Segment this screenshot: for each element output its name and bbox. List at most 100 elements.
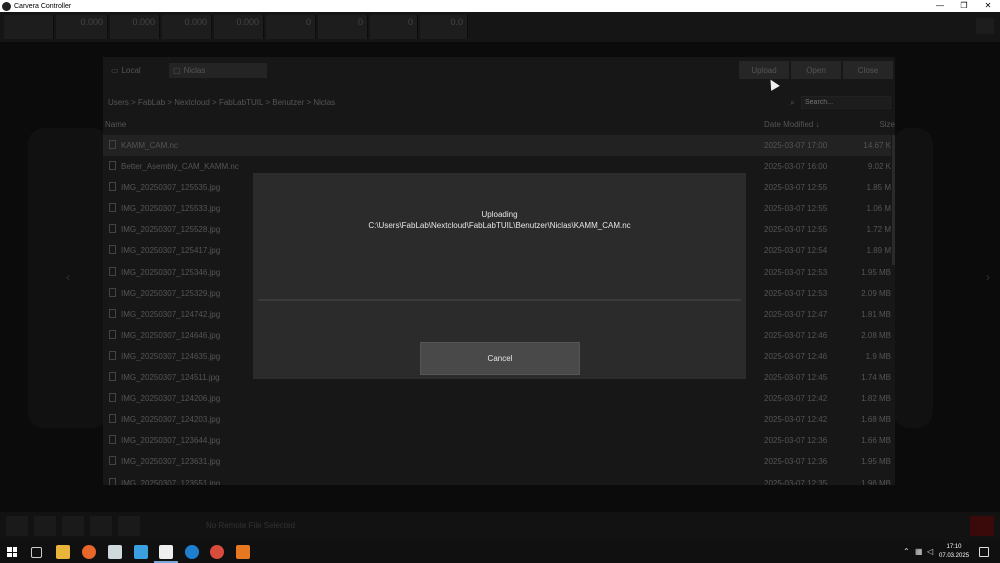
file-row[interactable]: IMG_20250307_124206.jpg 2025-03-07 12:42 1… bbox=[103, 388, 891, 409]
tab-remote[interactable]: ▢ Niclas bbox=[169, 63, 267, 78]
file-icon bbox=[109, 477, 116, 485]
stop-button[interactable] bbox=[62, 516, 84, 536]
finder-icon[interactable] bbox=[134, 545, 148, 559]
toolbar-segment[interactable]: 0 bbox=[318, 15, 368, 39]
carvera-controller-icon[interactable] bbox=[159, 545, 173, 559]
file-icon bbox=[109, 456, 116, 466]
file-date: 2025-03-07 12:47 bbox=[764, 309, 828, 319]
toolbar-segment[interactable]: 0.000 bbox=[162, 15, 212, 39]
status-bar: No Remote File Selected bbox=[0, 512, 1000, 541]
file-name: IMG_20250307_124206.jpg bbox=[121, 394, 221, 404]
file-size: 1.68 MB bbox=[861, 415, 891, 425]
file-row[interactable]: IMG_20250307_123551.jpg 2025-03-07 12:35 1… bbox=[103, 473, 891, 486]
toolbar-segment[interactable]: 0.0 bbox=[420, 15, 468, 39]
network-icon[interactable]: ▦ bbox=[915, 547, 923, 556]
file-row[interactable]: IMG_20250307_123631.jpg 2025-03-07 12:36 1… bbox=[103, 451, 891, 472]
file-date: 2025-03-07 12:55 bbox=[764, 225, 828, 235]
breadcrumb[interactable]: Users > FabLab > Nextcloud > FabLabTUIL … bbox=[108, 98, 335, 107]
file-date: 2025-03-07 17:00 bbox=[764, 141, 828, 150]
pause-button[interactable] bbox=[34, 516, 56, 536]
notepad-icon[interactable] bbox=[108, 545, 122, 559]
file-name: Better_Asembly_CAM_KAMM.nc bbox=[121, 162, 239, 172]
fusion-icon[interactable] bbox=[236, 545, 250, 559]
volume-icon[interactable]: ◁ bbox=[927, 547, 933, 556]
firefox-icon[interactable] bbox=[82, 545, 96, 559]
app-icon bbox=[2, 1, 11, 11]
file-name: IMG_20250307_125528.jpg bbox=[121, 225, 221, 235]
upload-progress-dialog: Uploading C:\Users\FabLab\Nextcloud\FabL… bbox=[253, 173, 746, 379]
file-name: IMG_20250307_124646.jpg bbox=[121, 330, 221, 340]
file-date: 2025-03-07 12:42 bbox=[764, 394, 828, 404]
tool-value: 0 bbox=[407, 17, 413, 27]
file-icon bbox=[109, 140, 116, 149]
step-button[interactable] bbox=[90, 516, 112, 536]
upload-button[interactable]: Upload bbox=[739, 61, 789, 79]
column-size[interactable]: Size bbox=[879, 120, 895, 129]
spindle-value: 0 bbox=[357, 17, 363, 27]
file-date: 2025-03-07 12:42 bbox=[764, 415, 828, 425]
search-input[interactable] bbox=[801, 96, 891, 109]
toolbar-segment[interactable]: 0 bbox=[266, 15, 316, 39]
toolbar-segment[interactable]: 0.000 bbox=[214, 15, 264, 39]
file-size: 1.95 MB bbox=[861, 267, 891, 277]
file-date: 2025-03-07 12:36 bbox=[764, 436, 828, 446]
file-name: IMG_20250307_123631.jpg bbox=[121, 457, 221, 467]
file-row[interactable]: KAMM_CAM.nc 2025-03-07 17:00 14.67 K bbox=[103, 135, 891, 157]
file-explorer-icon[interactable] bbox=[56, 545, 70, 559]
upload-file-path: C:\Users\FabLab\Nextcloud\FabLabTUIL\Ben… bbox=[368, 221, 631, 230]
computer-icon: ▭ bbox=[111, 66, 119, 75]
chevron-right-icon[interactable]: › bbox=[986, 270, 990, 284]
file-icon bbox=[109, 182, 116, 192]
chrome-icon[interactable] bbox=[210, 545, 224, 559]
close-window-button[interactable]: ✕ bbox=[976, 0, 1000, 12]
open-button[interactable]: Open bbox=[791, 61, 841, 79]
file-size: 9.02 K bbox=[867, 162, 891, 172]
start-icon[interactable] bbox=[7, 547, 17, 557]
cancel-button[interactable]: Cancel bbox=[420, 342, 580, 375]
clock[interactable]: 17:10 07.03.2025 bbox=[939, 543, 969, 561]
menu-icon[interactable] bbox=[976, 18, 994, 34]
file-size: 14.67 K bbox=[863, 141, 891, 150]
chevron-up-icon[interactable]: ⌃ bbox=[903, 547, 910, 556]
window-title-bar: Carvera Controller — ❐ ✕ bbox=[0, 0, 1000, 12]
play-button[interactable] bbox=[6, 516, 28, 536]
coord-x-value: 0.000 bbox=[80, 17, 103, 27]
file-date: 2025-03-07 12:54 bbox=[764, 246, 828, 256]
folder-icon: ▢ bbox=[173, 66, 181, 75]
file-row[interactable]: IMG_20250307_123644.jpg 2025-03-07 12:36 1… bbox=[103, 430, 891, 451]
file-row[interactable]: IMG_20250307_124203.jpg 2025-03-07 12:42 1… bbox=[103, 409, 891, 430]
laser-value: 0.0 bbox=[450, 17, 463, 27]
toolbar-segment[interactable]: 0.000 bbox=[110, 15, 160, 39]
hourglass-icon bbox=[118, 516, 140, 536]
column-date-modified[interactable]: Date Modified ↓ bbox=[764, 120, 820, 129]
file-size: 1.85 M bbox=[866, 183, 891, 193]
task-view-icon[interactable] bbox=[31, 547, 42, 558]
upload-progress-bar bbox=[258, 299, 741, 301]
file-icon bbox=[109, 203, 116, 213]
file-icon bbox=[109, 350, 116, 360]
column-name[interactable]: Name bbox=[105, 120, 126, 129]
coord-y-value: 0.000 bbox=[132, 17, 155, 27]
tab-local[interactable]: ▭ Local bbox=[107, 63, 167, 78]
toolbar-segment[interactable] bbox=[4, 15, 54, 39]
close-button[interactable]: Close bbox=[843, 61, 893, 79]
emergency-stop-button[interactable] bbox=[970, 516, 994, 536]
restore-button[interactable]: ❐ bbox=[952, 0, 976, 12]
file-size: 1.72 M bbox=[866, 225, 891, 235]
right-panel bbox=[893, 128, 933, 428]
scrollbar[interactable] bbox=[892, 135, 895, 265]
file-date: 2025-03-07 12:55 bbox=[764, 183, 828, 193]
nextcloud-icon[interactable] bbox=[185, 545, 199, 559]
minimize-button[interactable]: — bbox=[928, 0, 952, 12]
notification-icon[interactable] bbox=[979, 547, 989, 557]
file-name: IMG_20250307_123551.jpg bbox=[121, 478, 221, 486]
toolbar-segment[interactable]: 0 bbox=[370, 15, 418, 39]
file-name: IMG_20250307_125533.jpg bbox=[121, 204, 221, 214]
file-size: 2.08 MB bbox=[861, 330, 891, 340]
file-icon bbox=[109, 266, 116, 276]
file-date: 2025-03-07 12:46 bbox=[764, 330, 828, 340]
chevron-left-icon[interactable]: ‹ bbox=[66, 270, 70, 284]
toolbar-segment[interactable]: 0.000 bbox=[56, 15, 108, 39]
file-date: 2025-03-07 12:36 bbox=[764, 457, 828, 467]
file-size: 1.96 MB bbox=[861, 478, 891, 486]
